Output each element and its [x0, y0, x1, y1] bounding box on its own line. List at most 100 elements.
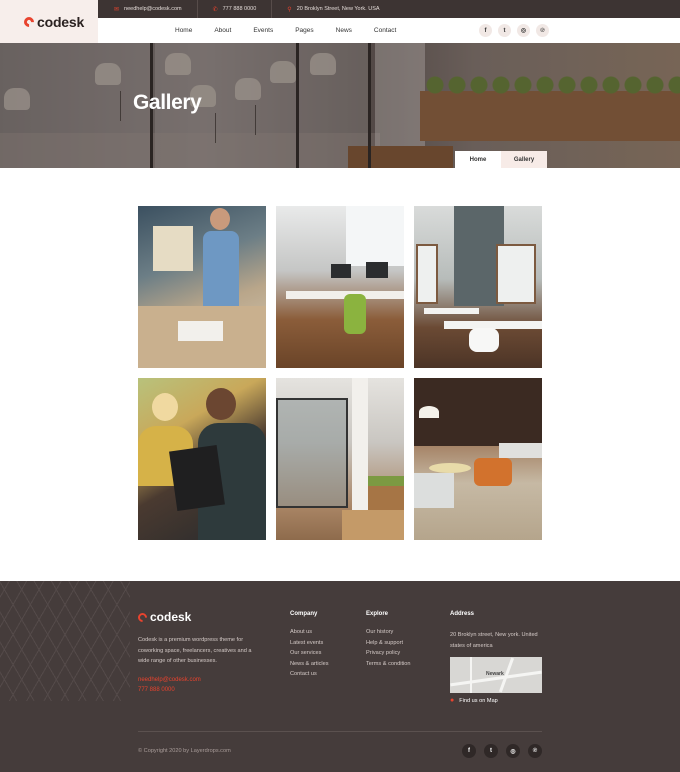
footer-address-heading: Address	[450, 611, 475, 617]
top-info-bar: ✉ needhelp@codesk.com ✆ 777 888 0000 ⚲ 2…	[98, 0, 680, 18]
envelope-icon: ✉	[114, 6, 120, 13]
brand-name: codesk	[37, 13, 85, 30]
logo-mark-icon	[136, 610, 149, 624]
photo-detail	[496, 244, 536, 304]
gallery-item-team-meeting[interactable]	[138, 206, 266, 368]
footer-link-help-support[interactable]: Help & support	[366, 640, 410, 647]
photo-detail	[499, 443, 542, 458]
photo-detail	[419, 406, 439, 418]
footer-link-contact-us[interactable]: Contact us	[290, 672, 329, 678]
instagram-icon[interactable]: ◎	[506, 744, 520, 758]
nav-home[interactable]: Home	[175, 27, 192, 34]
photo-detail	[346, 206, 404, 266]
footer-description: Codesk is a premium wordpress theme for …	[138, 637, 252, 664]
topbar-address-text: 20 Broklyn Street, New York. USA	[296, 6, 380, 12]
footer-company-heading: Company	[290, 611, 318, 617]
nav-contact[interactable]: Contact	[374, 27, 396, 34]
photo-detail	[169, 444, 225, 512]
topbar-phone[interactable]: ✆ 777 888 0000	[198, 0, 273, 18]
photo-detail	[203, 231, 239, 311]
twitter-icon[interactable]: t	[498, 24, 511, 37]
footer-link-news-articles[interactable]: News & articles	[290, 661, 329, 668]
photo-detail	[424, 308, 479, 314]
location-pin-icon: ⚲	[287, 6, 292, 13]
footer-divider	[138, 731, 542, 732]
footer-brand-name: codesk	[150, 610, 192, 624]
topbar-phone-text: 777 888 0000	[222, 6, 257, 12]
nav-events[interactable]: Events	[253, 27, 273, 34]
photo-detail	[210, 208, 230, 230]
facebook-icon[interactable]: f	[462, 744, 476, 758]
twitter-icon[interactable]: t	[484, 744, 498, 758]
photo-detail	[469, 328, 499, 352]
footer-logo[interactable]: codesk	[136, 610, 192, 624]
footer-explore-heading: Explore	[366, 611, 389, 617]
footer-map[interactable]: Newark	[450, 657, 542, 693]
breadcrumb-home[interactable]: Home	[455, 151, 501, 168]
nav-news[interactable]: News	[336, 27, 352, 34]
breadcrumb: Home Gallery	[455, 151, 547, 168]
gallery-item-glass-room[interactable]	[276, 378, 404, 540]
photo-detail	[429, 463, 471, 473]
photo-detail	[414, 473, 454, 508]
footer-hex-pattern	[0, 581, 130, 701]
breadcrumb-current: Gallery	[501, 151, 547, 168]
logo-area: codesk	[0, 0, 98, 43]
photo-detail	[474, 458, 512, 486]
footer-link-our-history[interactable]: Our history	[366, 629, 410, 636]
photo-detail	[206, 388, 236, 420]
instagram-icon[interactable]: ◎	[517, 24, 530, 37]
site-logo[interactable]: codesk	[21, 13, 85, 30]
map-road	[470, 657, 472, 693]
footer-link-our-services[interactable]: Our services	[290, 651, 329, 657]
photo-detail	[276, 398, 348, 508]
footer-phone-link[interactable]: 777 888 0000	[138, 687, 175, 693]
photo-detail	[368, 476, 404, 486]
map-city-label: Newark	[486, 671, 504, 677]
page-hero-banner: Gallery Home Gallery	[0, 43, 680, 168]
gallery-item-open-office[interactable]	[276, 206, 404, 368]
footer-email-link[interactable]: needhelp@codesk.com	[138, 677, 201, 683]
page-title: Gallery	[133, 91, 202, 114]
footer-address-column: Address 20 Broklyn street, New york. Uni…	[450, 611, 545, 651]
logo-mark-icon	[21, 14, 37, 29]
photo-detail	[368, 483, 404, 513]
copyright-text: © Copyright 2020 by Layerdrops.com	[138, 748, 231, 754]
pinterest-icon[interactable]: ℗	[536, 24, 549, 37]
site-footer: codesk Codesk is a premium wordpress the…	[0, 581, 680, 772]
topbar-email[interactable]: ✉ needhelp@codesk.com	[98, 0, 198, 18]
footer-link-about-us[interactable]: About us	[290, 629, 329, 636]
footer-company-column: Company About us Latest events Our servi…	[290, 611, 329, 683]
gallery-grid	[138, 206, 542, 540]
photo-detail	[153, 226, 193, 271]
facebook-icon[interactable]: f	[479, 24, 492, 37]
topbar-email-text: needhelp@codesk.com	[124, 6, 182, 12]
nav-about[interactable]: About	[214, 27, 231, 34]
gallery-item-tablet-discussion[interactable]	[138, 378, 266, 540]
footer-address-text: 20 Broklyn street, New york. United stat…	[450, 632, 538, 649]
pinterest-icon[interactable]: ℗	[528, 744, 542, 758]
photo-detail	[366, 262, 388, 278]
footer-link-latest-events[interactable]: Latest events	[290, 640, 329, 647]
header-social-links: f t ◎ ℗	[479, 24, 549, 37]
phone-icon: ✆	[212, 6, 218, 13]
map-pin-icon: ●	[450, 697, 455, 704]
photo-detail	[342, 510, 404, 540]
photo-detail	[178, 321, 223, 341]
gallery-item-office-desks[interactable]	[414, 206, 542, 368]
main-navbar: Home About Events Pages News Contact f t…	[98, 18, 680, 43]
topbar-address: ⚲ 20 Broklyn Street, New York. USA	[272, 0, 394, 18]
photo-detail	[152, 393, 178, 421]
footer-link-privacy-policy[interactable]: Privacy policy	[366, 651, 410, 657]
find-on-map-text: Find us on Map	[459, 697, 498, 704]
photo-detail	[416, 244, 438, 304]
gallery-item-lounge-chair[interactable]	[414, 378, 542, 540]
nav-pages[interactable]: Pages	[295, 27, 313, 34]
footer-explore-column: Explore Our history Help & support Priva…	[366, 611, 410, 672]
photo-detail	[344, 294, 366, 334]
footer-social-links: f t ◎ ℗	[462, 744, 542, 758]
hero-overlay	[0, 43, 680, 168]
main-nav: Home About Events Pages News Contact	[175, 27, 418, 34]
find-on-map-link[interactable]: ● Find us on Map	[450, 697, 498, 704]
footer-link-terms[interactable]: Terms & condition	[366, 661, 410, 668]
